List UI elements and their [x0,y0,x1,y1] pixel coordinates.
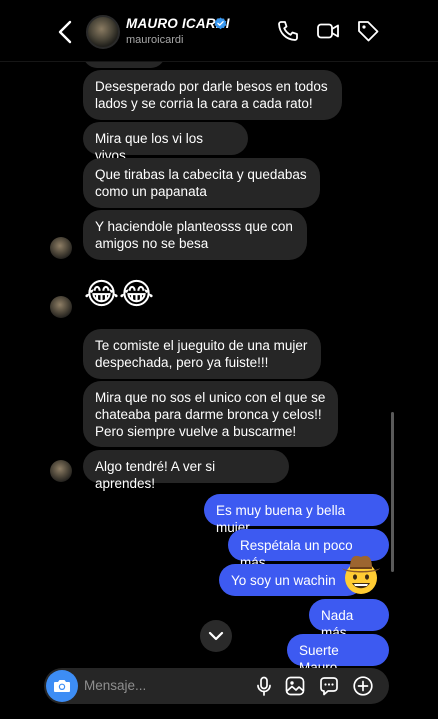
message-text: como un papanata [95,184,207,199]
camera-icon [54,680,70,692]
message-text: lados y se corria la cara a cada rato! [95,96,313,111]
message-text: chateaba para darme bronca y celos!! [95,407,322,422]
message-bubble-outgoing[interactable]: Suerte Mauro [287,634,389,675]
chevron-down-icon [208,631,224,641]
message-text: Que tirabas la cabecita y quedabas [95,167,307,182]
video-icon[interactable] [316,19,340,43]
microphone-icon[interactable] [253,675,275,697]
message-composer: Mensaje... [44,668,389,704]
message-text: amigos no se besa [95,236,209,251]
message-text: Algo tendré! A ver si aprendes! [95,459,216,491]
message-bubble-incoming[interactable]: Y haciendole planteosss que con amigos n… [83,210,307,260]
sender-avatar[interactable] [50,460,72,482]
profile-avatar[interactable] [86,15,120,49]
emoji-message[interactable]: 😂😂 [84,278,154,312]
message-bubble-incoming[interactable]: Algo tendré! A ver si aprendes! [83,450,289,491]
message-bubble-incoming[interactable]: Te comiste el jueguito de una mujer desp… [83,329,321,379]
message-text: Te comiste el jueguito de una mujer [95,338,308,353]
sender-avatar[interactable] [50,237,72,259]
scrollbar[interactable] [391,412,394,572]
phone-icon[interactable] [276,19,300,43]
message-text: Mira que no sos el unico con el que se [95,390,326,405]
tag-icon[interactable] [356,19,380,43]
camera-button[interactable] [46,670,78,702]
chat-header: MAURO ICARDI mauroicardi [0,0,438,62]
cowboy-emoji-icon [342,555,380,594]
back-arrow-icon[interactable] [54,18,78,46]
message-text: Y haciendole planteosss que con [95,219,293,234]
contact-username: mauroicardi [126,34,184,46]
gallery-icon[interactable] [284,675,306,697]
verified-badge-icon [214,17,227,30]
message-text: despechada, pero ya fuiste!!! [95,355,269,370]
message-text: Yo soy un wachin [231,573,336,588]
message-bubble-incoming[interactable]: Que tirabas la cabecita y quedabas como … [83,158,320,208]
message-bubble-outgoing[interactable]: Nada más [309,599,389,640]
message-input[interactable]: Mensaje... [84,678,146,693]
message-bubble-outgoing[interactable]: Es muy buena y bella mujer [204,494,389,535]
sticker-icon[interactable] [318,675,340,697]
plus-icon[interactable] [352,675,374,697]
sender-avatar[interactable] [50,296,72,318]
message-bubble-incoming[interactable]: Mira que los vi los vivos [83,122,248,163]
message-text: Desesperado por darle besos en todos [95,79,328,94]
message-bubble-incoming[interactable]: Mira que no sos el unico con el que se c… [83,381,338,447]
message-text: Pero siempre vuelve a buscarme! [95,424,297,439]
scroll-down-button[interactable] [200,620,232,652]
message-bubble-incoming[interactable]: Desesperado por darle besos en todos lad… [83,70,342,120]
